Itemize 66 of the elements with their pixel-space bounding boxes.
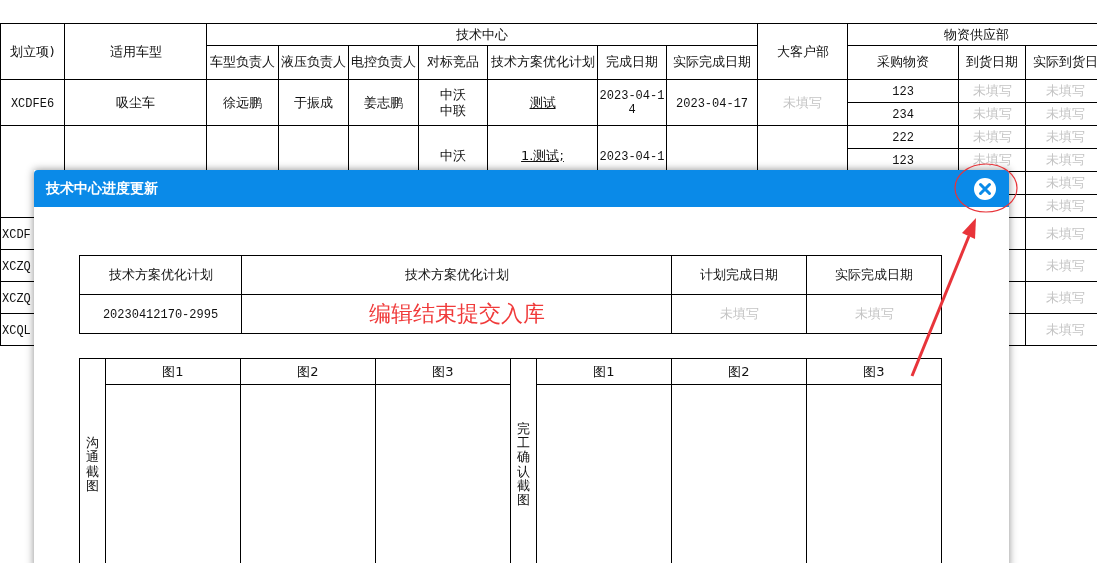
- table-cell: 未填写: [1046, 289, 1086, 305]
- table-cell-text: 中沃 中联: [439, 86, 467, 119]
- table-cell: XCDFE6: [10, 96, 55, 111]
- column-header: 图3: [806, 358, 942, 385]
- dialog-title: 技术中心进度更新: [46, 179, 158, 198]
- table-cell: 2023-04-1: [599, 150, 665, 164]
- table-cell: 123: [892, 154, 914, 168]
- column-header: 技术方案优化计划: [487, 45, 598, 80]
- column-header: 图1: [105, 358, 241, 385]
- column-header: 完成日期: [597, 45, 667, 80]
- table-cell: 未填写: [854, 306, 894, 321]
- row-label: 完工确认截图: [517, 421, 530, 508]
- table-cell: 未填写: [1046, 83, 1086, 98]
- table-cell: 222: [892, 131, 914, 145]
- column-header: 技术方案优化计划: [79, 255, 242, 295]
- table-cell: XCZQ: [2, 259, 31, 274]
- table-cell: 20230412170-2995: [102, 308, 219, 322]
- table-cell: 未填写: [1046, 198, 1086, 213]
- column-header: 计划完成日期: [671, 255, 807, 295]
- table-cell: 2023-04-14: [599, 88, 665, 117]
- table-cell: 未填写: [719, 306, 759, 321]
- table-cell: XCDF: [2, 227, 31, 242]
- column-header: 图2: [240, 358, 376, 385]
- column-header: 划立项): [0, 23, 65, 80]
- column-header: 对标竞品: [418, 45, 488, 80]
- table-cell: 未填写: [1046, 225, 1086, 241]
- plan-link[interactable]: 1.测试;: [521, 148, 564, 164]
- table-cell: 未填写: [972, 83, 1012, 98]
- table-cell: 未填写: [972, 106, 1012, 121]
- group-header: 技术中心: [206, 23, 758, 46]
- table-cell: 未填写: [783, 94, 823, 110]
- column-header: 实际完成日期: [806, 255, 942, 295]
- table-cell: 未填写: [1046, 321, 1086, 337]
- table-cell: 于振成: [294, 94, 333, 110]
- column-header: 电控负责人: [348, 45, 419, 80]
- table-cell: 2023-04-17: [676, 96, 749, 111]
- plan-link[interactable]: 测试: [529, 94, 556, 111]
- table-cell: 未填写: [1046, 106, 1086, 121]
- table-cell-text: 中沃: [439, 148, 467, 164]
- table-cell: 234: [892, 108, 914, 122]
- table-cell: 吸尘车: [116, 94, 155, 110]
- group-header: 物资供应部: [847, 23, 1097, 46]
- table-cell: XCZQ: [2, 291, 31, 306]
- table-cell: 未填写: [972, 129, 1012, 144]
- table-cell: 未填写: [1046, 152, 1086, 167]
- table-cell: 未填写: [972, 152, 1012, 167]
- column-header: 适用车型: [64, 23, 207, 80]
- column-header: 液压负责人: [278, 45, 349, 80]
- column-header: 图2: [671, 358, 807, 385]
- row-label: 沟通截图: [86, 435, 99, 494]
- table-cell: XCQL: [2, 323, 31, 338]
- table-cell: 编辑结束提交入库: [368, 301, 545, 326]
- table-cell: 未填写: [1046, 257, 1086, 273]
- column-header: 技术方案优化计划: [241, 255, 672, 295]
- column-header: 图3: [375, 358, 511, 385]
- table-cell: 123: [892, 85, 914, 99]
- column-header: 图1: [536, 358, 672, 385]
- table-cell: 未填写: [1046, 175, 1086, 190]
- column-header: 到货日期: [958, 45, 1026, 80]
- column-header: 采购物资: [847, 45, 959, 80]
- table-cell: 徐远鹏: [223, 94, 262, 110]
- table-cell: 未填写: [1046, 129, 1086, 144]
- column-header: 大客户部: [757, 23, 848, 80]
- table-cell: 姜志鹏: [364, 94, 403, 110]
- column-header: 车型负责人: [206, 45, 279, 80]
- close-icon[interactable]: [974, 177, 996, 200]
